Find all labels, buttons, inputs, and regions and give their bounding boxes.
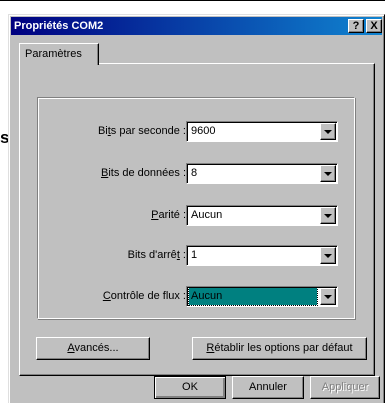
tab-parametres[interactable]: Paramètres — [19, 43, 99, 65]
apply-button[interactable]: Appliquer — [310, 376, 380, 399]
chevron-down-icon[interactable] — [320, 123, 336, 140]
parity-label: Parité : — [151, 209, 186, 221]
data-bits-select[interactable]: 8 — [186, 163, 338, 184]
stop-bits-row: Bits d'arrêt : 1 — [38, 245, 358, 266]
settings-group: Bits par seconde : 9600 Bits de données … — [37, 97, 355, 319]
advanced-button[interactable]: Avancés... — [36, 337, 150, 360]
background-window-text: s — [0, 128, 8, 147]
bits-per-second-label: Bits par seconde : — [97, 125, 186, 137]
stop-bits-select[interactable]: 1 — [186, 245, 338, 266]
title-bar[interactable]: Propriétés COM2 ? X — [11, 17, 382, 35]
flow-control-label: Contrôle de flux : — [102, 290, 186, 302]
flow-control-row: Contrôle de flux : Aucun — [38, 286, 358, 307]
window-title: Propriétés COM2 — [14, 20, 104, 32]
parity-row: Parité : Aucun — [38, 205, 358, 226]
stop-bits-value: 1 — [191, 249, 198, 261]
data-bits-label: Bits de données : — [100, 167, 186, 179]
com2-properties-dialog: Propriétés COM2 ? X Paramètres Bits par … — [8, 14, 385, 403]
bits-per-second-value: 9600 — [191, 125, 216, 137]
stop-bits-label: Bits d'arrêt : — [127, 249, 186, 261]
parity-select[interactable]: Aucun — [186, 205, 338, 226]
chevron-down-icon[interactable] — [320, 288, 336, 305]
chevron-down-icon[interactable] — [320, 207, 336, 224]
ok-button[interactable]: OK — [154, 376, 226, 399]
parity-value: Aucun — [191, 209, 223, 221]
chevron-down-icon[interactable] — [320, 247, 336, 264]
help-button[interactable]: ? — [348, 19, 364, 33]
data-bits-value: 8 — [191, 167, 198, 179]
data-bits-row: Bits de données : 8 — [38, 163, 358, 184]
close-button[interactable]: X — [366, 19, 382, 33]
chevron-down-icon[interactable] — [320, 165, 336, 182]
cancel-button[interactable]: Annuler — [232, 376, 304, 399]
bits-per-second-row: Bits par seconde : 9600 — [38, 121, 358, 142]
restore-defaults-button[interactable]: Rétablir les options par défaut — [192, 337, 367, 360]
flow-control-value: Aucun — [188, 287, 318, 306]
bits-per-second-select[interactable]: 9600 — [186, 121, 338, 142]
flow-control-select[interactable]: Aucun — [186, 286, 338, 307]
